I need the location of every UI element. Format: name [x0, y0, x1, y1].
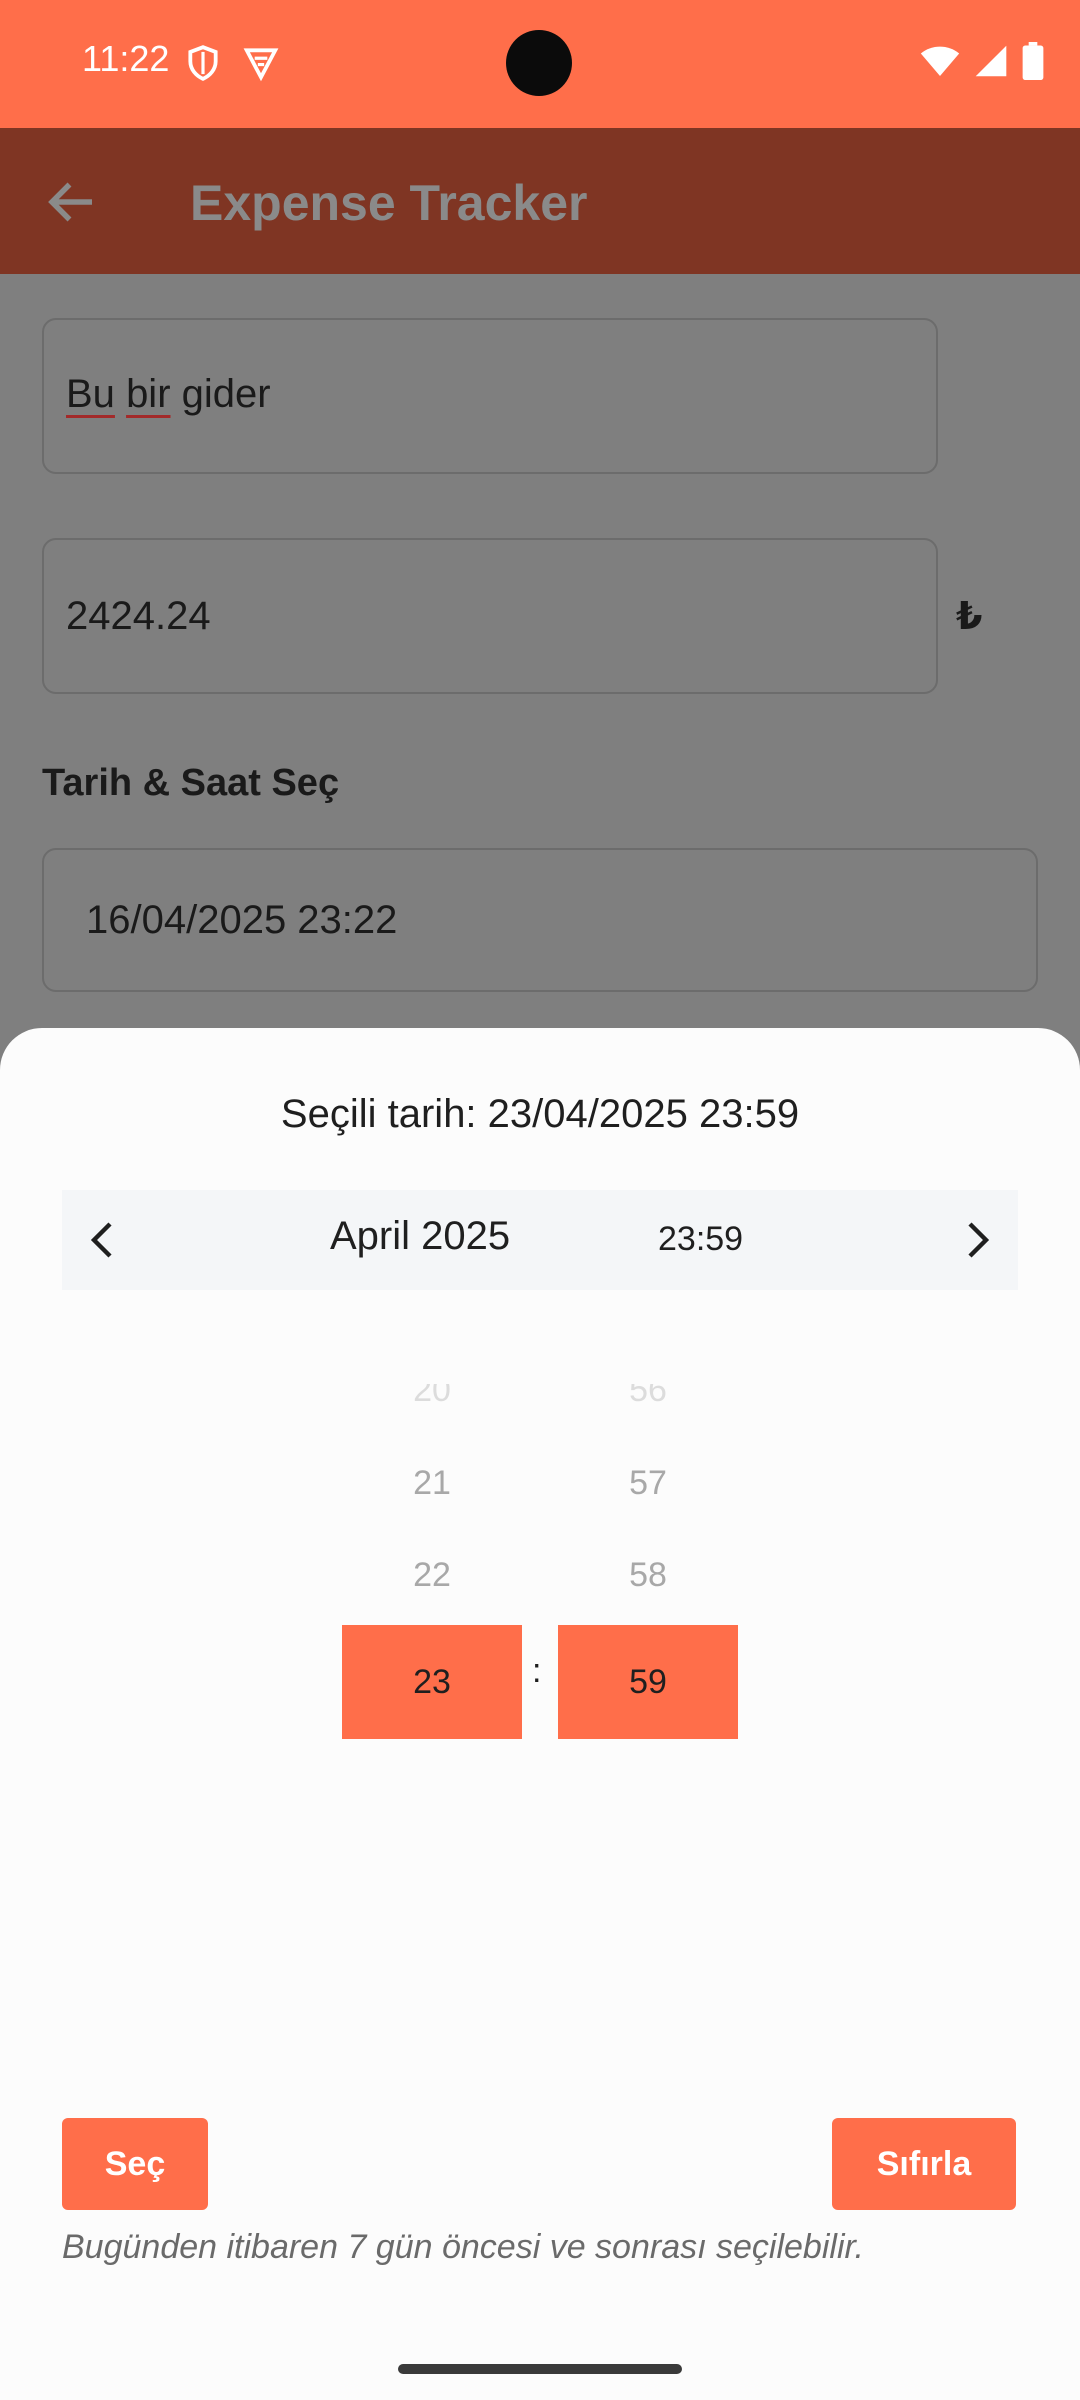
description-field[interactable]: Bu bir gider: [42, 318, 938, 474]
calendar-header: April 2025 23:59: [62, 1190, 1018, 1290]
status-time: 11:22: [82, 38, 170, 79]
wifi-icon: [920, 43, 960, 84]
selection-hint: Bugünden itibaren 7 gün öncesi ve sonras…: [62, 2228, 865, 2266]
header-time-label[interactable]: 23:59: [658, 1220, 743, 1259]
datetime-picker-sheet: Seçili tarih: 23/04/2025 23:59 April 202…: [0, 1028, 1080, 2400]
datetime-label: Tarih & Saat Seç: [42, 762, 340, 804]
front-camera: [506, 30, 572, 96]
currency-symbol: ₺: [956, 596, 983, 638]
chevron-left-icon[interactable]: [80, 1216, 128, 1264]
vpn-icon: [242, 44, 280, 82]
amount-value: 2424.24: [66, 594, 211, 638]
month-year-label[interactable]: April 2025: [330, 1214, 510, 1259]
battery-icon: [1022, 41, 1044, 85]
app-title: Expense Tracker: [190, 175, 588, 231]
hour-item[interactable]: 21: [342, 1464, 522, 1503]
chevron-right-icon[interactable]: [952, 1216, 1000, 1264]
hour-item[interactable]: 22: [342, 1556, 522, 1595]
minute-item[interactable]: 56: [558, 1384, 738, 1418]
description-word-1: Bu: [66, 372, 115, 416]
datetime-field[interactable]: 16/04/2025 23:22: [42, 848, 1038, 992]
app-bar: Expense Tracker: [0, 128, 1080, 274]
selected-hour[interactable]: 23: [342, 1625, 522, 1739]
home-indicator[interactable]: [398, 2364, 682, 2374]
minute-item[interactable]: 58: [558, 1556, 738, 1595]
description-word-2: bir: [126, 372, 171, 416]
description-value: gider: [181, 372, 271, 416]
minute-item[interactable]: 57: [558, 1464, 738, 1503]
signal-icon: [974, 44, 1008, 83]
time-separator: :: [532, 1652, 542, 1690]
selected-date-text: Seçili tarih: 23/04/2025 23:59: [280, 1092, 800, 1136]
hour-item[interactable]: 20: [342, 1384, 522, 1418]
selected-minute[interactable]: 59: [558, 1625, 738, 1739]
datetime-value: 16/04/2025 23:22: [86, 898, 398, 942]
shield-icon: [184, 44, 222, 82]
select-button[interactable]: Seç: [62, 2118, 208, 2210]
status-bar: 11:22: [0, 0, 1080, 128]
reset-button[interactable]: Sıfırla: [832, 2118, 1016, 2210]
arrow-back-icon[interactable]: [40, 172, 104, 232]
amount-field[interactable]: 2424.24: [42, 538, 938, 694]
